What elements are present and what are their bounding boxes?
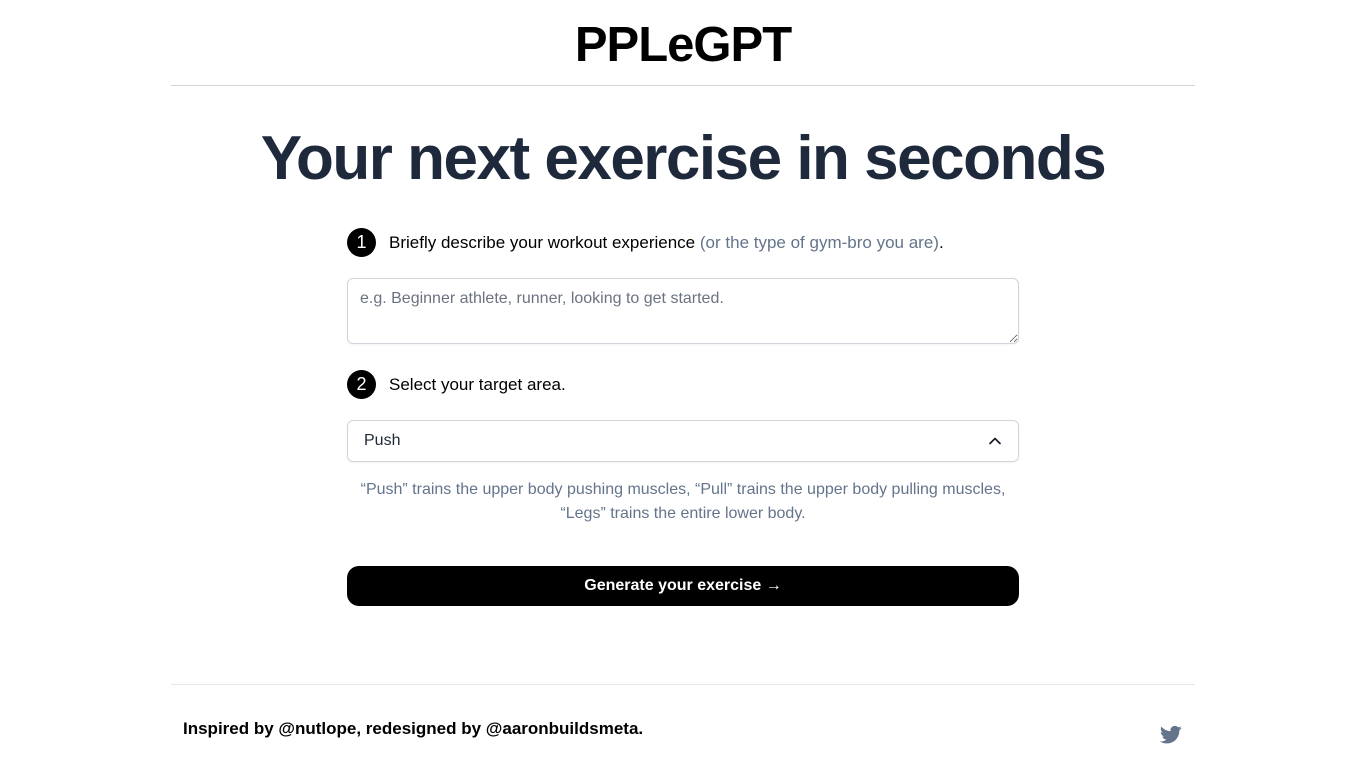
experience-input-wrapper xyxy=(347,278,1019,344)
hero: Your next exercise in seconds xyxy=(0,122,1366,196)
step-2-label: Select your target area. xyxy=(389,375,566,394)
site-header: PPLeGPT xyxy=(171,0,1195,86)
brand-logo[interactable]: PPLeGPT xyxy=(575,15,792,70)
twitter-icon[interactable] xyxy=(1159,725,1182,745)
step-number-badge: 1 xyxy=(347,228,376,257)
target-area-help-text: “Push” trains the upper body pushing mus… xyxy=(360,481,1006,522)
step-1-text: Briefly describe your workout experience xyxy=(389,233,696,252)
generate-exercise-button[interactable]: Generate your exercise → xyxy=(347,566,1019,606)
step-number-badge: 2 xyxy=(347,370,376,399)
chevron-up-icon xyxy=(988,434,1002,448)
footer-credit: Inspired by @nutlope, redesigned by @aar… xyxy=(183,719,644,738)
step-1-suffix: . xyxy=(938,233,944,252)
step-1-label: Briefly describe your workout experience… xyxy=(389,228,944,257)
page-title: Your next exercise in seconds xyxy=(260,124,1107,193)
step-1-muted-text: (or the type of gym-bro you are) xyxy=(699,233,939,252)
step-2: 2 Select your target area. xyxy=(347,370,566,399)
site-footer: Inspired by @nutlope, redesigned by @aar… xyxy=(171,684,1195,768)
target-area-select[interactable]: Push xyxy=(347,420,1019,462)
page: PPLeGPT Your next exercise in seconds 1 … xyxy=(0,0,1366,768)
step-1: 1 Briefly describe your workout experien… xyxy=(347,228,944,257)
experience-input[interactable] xyxy=(347,278,1019,344)
target-area-selected-value: Push xyxy=(364,432,401,449)
